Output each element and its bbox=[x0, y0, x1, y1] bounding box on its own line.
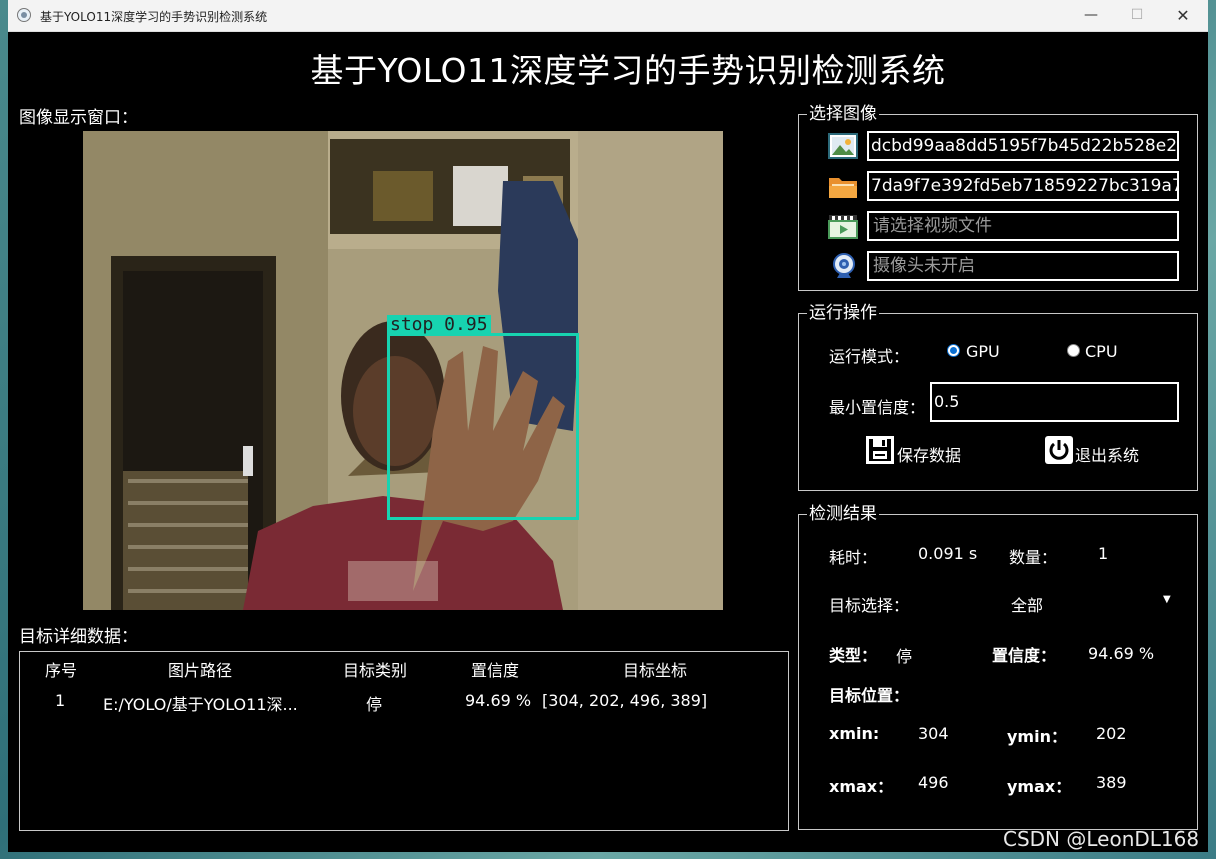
gpu-radio[interactable] bbox=[947, 344, 960, 357]
col-header-path[interactable]: 图片路径 bbox=[168, 657, 232, 681]
webcam-icon[interactable] bbox=[830, 252, 860, 280]
xmin-value: 304 bbox=[918, 724, 949, 743]
run-ops-title: 运行操作 bbox=[807, 303, 879, 323]
results-title: 检测结果 bbox=[807, 504, 879, 524]
page-title: 基于YOLO11深度学习的手势识别检测系统 bbox=[310, 51, 946, 90]
col-header-coords[interactable]: 目标坐标 bbox=[623, 657, 687, 681]
title-bar: 基于YOLO11深度学习的手势识别检测系统 — ☐ ✕ bbox=[8, 0, 1208, 32]
minimize-button[interactable]: — bbox=[1068, 0, 1114, 31]
run-mode-label: 运行模式： bbox=[829, 347, 910, 366]
ymin-value: 202 bbox=[1096, 724, 1127, 743]
cpu-radio[interactable] bbox=[1067, 344, 1080, 357]
ymin-label: ymin： bbox=[1007, 727, 1067, 746]
cell-class: 停 bbox=[366, 695, 383, 714]
cpu-label[interactable]: CPU bbox=[1085, 342, 1118, 361]
exit-system-button[interactable]: 退出系统 bbox=[1075, 442, 1139, 466]
position-label: 目标位置： bbox=[829, 686, 910, 705]
app-icon bbox=[17, 8, 31, 22]
results-group: 检测结果 耗时： 0.091 s 数量： 1 目标选择： 全部 ▼ 类型： 停 … bbox=[798, 504, 1198, 830]
col-header-class[interactable]: 目标类别 bbox=[343, 657, 407, 681]
ymax-label: ymax： bbox=[1007, 777, 1072, 796]
min-conf-input[interactable]: 0.5 bbox=[930, 382, 1179, 422]
col-header-index[interactable]: 序号 bbox=[45, 657, 77, 681]
select-image-title: 选择图像 bbox=[807, 104, 879, 124]
ymax-value: 389 bbox=[1096, 773, 1127, 792]
details-label: 目标详细数据： bbox=[19, 627, 138, 647]
gpu-label[interactable]: GPU bbox=[966, 342, 1000, 361]
count-label: 数量： bbox=[1009, 548, 1058, 567]
cell-path: E:/YOLO/基于YOLO11深... bbox=[103, 695, 298, 714]
xmax-value: 496 bbox=[918, 773, 949, 792]
chevron-down-icon[interactable]: ▼ bbox=[1163, 594, 1171, 605]
close-button[interactable]: ✕ bbox=[1160, 0, 1206, 31]
time-label: 耗时： bbox=[829, 548, 878, 567]
time-value: 0.091 s bbox=[918, 544, 978, 563]
folder-file-field[interactable]: 7da9f7e392fd5eb71859227bc319a7b.jpg bbox=[867, 171, 1179, 201]
display-label: 图像显示窗口： bbox=[19, 108, 138, 128]
window-title: 基于YOLO11深度学习的手势识别检测系统 bbox=[40, 10, 268, 24]
camera-field[interactable]: 摄像头未开启 bbox=[867, 251, 1179, 281]
xmin-label: xmin: bbox=[829, 724, 880, 743]
cell-index: 1 bbox=[55, 691, 66, 710]
power-icon[interactable] bbox=[1044, 435, 1074, 465]
image-file-field[interactable]: dcbd99aa8dd5195f7b45d22b528e284.jpg bbox=[867, 131, 1179, 161]
image-display: stop 0.95 bbox=[83, 131, 723, 610]
maximize-button[interactable]: ☐ bbox=[1114, 0, 1160, 31]
type-value: 停 bbox=[896, 647, 913, 666]
confidence-label: 置信度： bbox=[992, 646, 1057, 665]
target-select-label: 目标选择： bbox=[829, 596, 910, 615]
target-select-value[interactable]: 全部 bbox=[1011, 592, 1043, 616]
save-data-button[interactable]: 保存数据 bbox=[897, 442, 961, 466]
detection-box bbox=[387, 333, 579, 520]
details-table: 序号 图片路径 目标类别 置信度 目标坐标 1 E:/YOLO/基于YOLO11… bbox=[19, 651, 789, 831]
select-image-group: 选择图像 dcbd99aa8dd5195f7b45d22b528e284.jpg… bbox=[798, 104, 1198, 291]
video-file-field[interactable]: 请选择视频文件 bbox=[867, 211, 1179, 241]
video-icon[interactable] bbox=[828, 212, 858, 240]
min-conf-label: 最小置信度： bbox=[829, 398, 926, 417]
xmax-label: xmax： bbox=[829, 777, 894, 796]
detection-label: stop 0.95 bbox=[387, 315, 491, 335]
confidence-value: 94.69 % bbox=[1088, 644, 1155, 663]
cell-coords: [304, 202, 496, 389] bbox=[542, 691, 708, 710]
count-value: 1 bbox=[1098, 544, 1109, 563]
run-ops-group: 运行操作 运行模式： GPU CPU 最小置信度： 0.5 保存数据 退出系统 bbox=[798, 303, 1198, 491]
folder-icon[interactable] bbox=[828, 172, 858, 200]
cell-confidence: 94.69 % bbox=[465, 691, 532, 710]
col-header-confidence[interactable]: 置信度 bbox=[471, 657, 519, 681]
app-window: 基于YOLO11深度学习的手势识别检测系统 — ☐ ✕ 基于YOLO11深度学习… bbox=[8, 0, 1208, 852]
save-icon[interactable] bbox=[865, 435, 895, 465]
watermark: CSDN @LeonDL168 bbox=[1003, 827, 1200, 851]
type-label: 类型： bbox=[829, 646, 878, 665]
image-icon[interactable] bbox=[828, 132, 858, 160]
